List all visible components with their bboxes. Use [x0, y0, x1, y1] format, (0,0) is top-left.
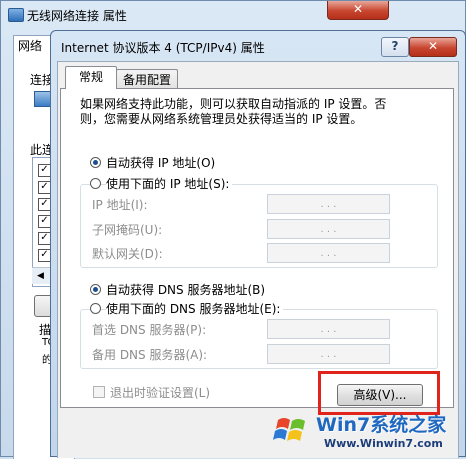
alternate-dns-label: 备用 DNS 服务器(A): — [92, 348, 208, 362]
ip-manual-radio[interactable] — [90, 178, 101, 189]
preferred-dns-field[interactable]: . . . — [267, 319, 390, 339]
subnet-mask-label: 子网掩码(U): — [92, 223, 163, 237]
validate-on-exit-label[interactable]: 退出时验证设置(L) — [110, 384, 210, 401]
back-window-title: 无线网络连接 属性 — [27, 9, 127, 23]
tab-general[interactable]: 常规 — [65, 66, 117, 89]
preferred-dns-label: 首选 DNS 服务器(P): — [92, 323, 207, 337]
ip-auto-label[interactable]: 自动获得 IP 地址(O) — [106, 154, 215, 171]
watermark: Win7系统之家 Www.Winwin7.com — [264, 406, 464, 456]
ip-address-field[interactable]: . . . — [267, 194, 390, 214]
close-button[interactable]: ✕ — [409, 37, 457, 57]
watermark-url: Www.Winwin7.com — [324, 437, 443, 450]
help-button[interactable]: ? — [381, 37, 409, 57]
back-close-button[interactable]: ✕ — [327, 1, 389, 20]
network-icon — [8, 8, 24, 22]
dns-manual-radio[interactable] — [90, 303, 101, 314]
windows-logo-icon — [273, 418, 305, 441]
dns-auto-radio[interactable] — [90, 284, 101, 295]
back-tab-network[interactable]: 网络 — [13, 35, 51, 56]
dns-manual-label[interactable]: 使用下面的 DNS 服务器地址(E): — [106, 300, 284, 317]
tab-alternate-config[interactable]: 备用配置 — [116, 69, 178, 89]
dns-auto-label[interactable]: 自动获得 DNS 服务器地址(B) — [106, 281, 265, 298]
default-gateway-field[interactable]: . . . — [267, 243, 390, 263]
subnet-mask-field[interactable]: . . . — [267, 219, 390, 239]
advanced-button[interactable]: 高级(V)... — [337, 384, 423, 406]
ip-manual-label[interactable]: 使用下面的 IP 地址(S): — [106, 175, 233, 192]
dialog-title: Internet 协议版本 4 (TCP/IPv4) 属性 — [61, 41, 265, 55]
ip-address-label: IP 地址(I): — [92, 198, 148, 212]
watermark-title: Win7系统之家 — [316, 414, 447, 436]
description-text: 如果网络支持此功能，则可以获取自动指派的 IP 设置。否则，您需要从网络系统管理… — [80, 97, 387, 126]
ip-auto-radio[interactable] — [90, 157, 101, 168]
alternate-dns-field[interactable]: . . . — [267, 344, 390, 364]
validate-on-exit-checkbox[interactable] — [93, 386, 105, 398]
default-gateway-label: 默认网关(D): — [92, 247, 163, 261]
